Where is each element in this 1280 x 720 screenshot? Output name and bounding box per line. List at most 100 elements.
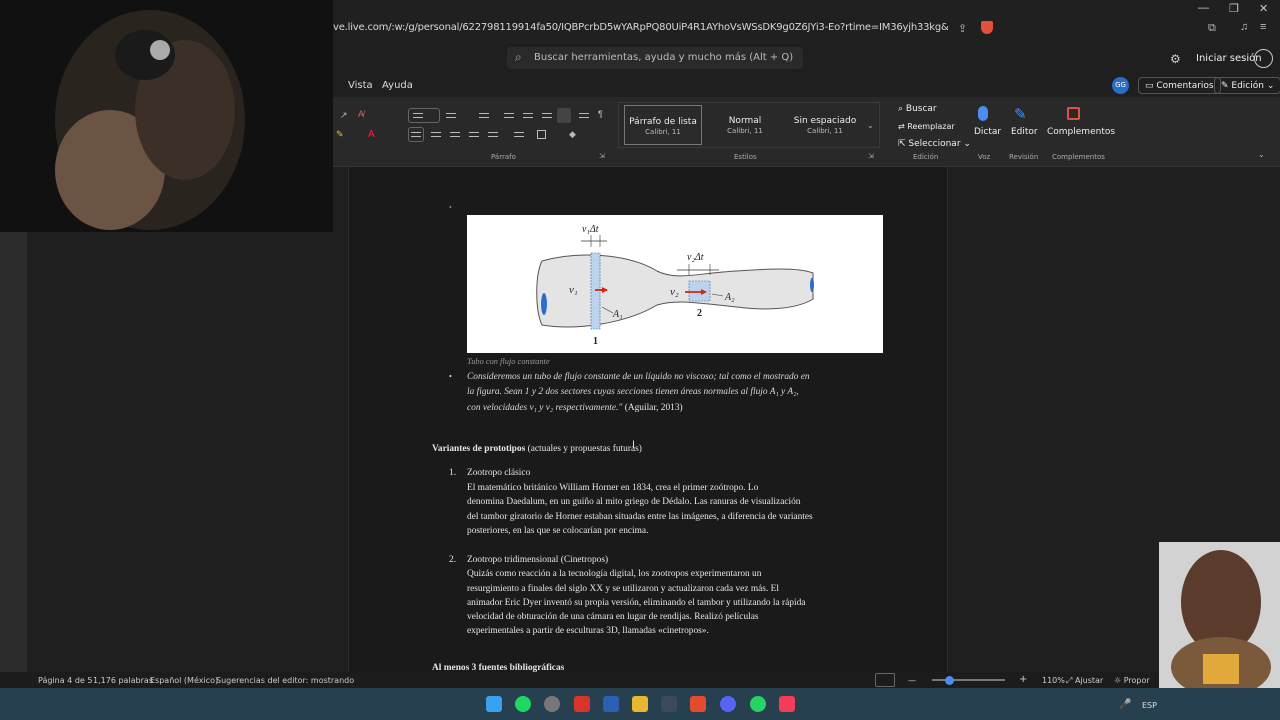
bullet-line-2: la figura. Sean 1 y 2 dos sectores cuyas… bbox=[467, 387, 799, 397]
capcut-icon[interactable] bbox=[661, 696, 677, 712]
edit-mode-button[interactable]: ✎ Edición ⌄ bbox=[1214, 77, 1280, 94]
paragraph-launcher-icon[interactable]: ⇲ bbox=[599, 152, 605, 160]
font-size-icon[interactable]: ↗ bbox=[340, 110, 348, 121]
bullet-line-3: con velocidades v₁ y v₂ respectivamente.… bbox=[467, 403, 683, 413]
tube-flow-diagram: v₁Δt v₂Δt v₁ v₂ A₁ A₂ 1 2 bbox=[536, 224, 814, 347]
replace-icon: ⇄ bbox=[898, 122, 908, 131]
windows-start-icon[interactable] bbox=[486, 696, 502, 712]
style-list-paragraph[interactable]: Párrafo de lista Calibri, 11 bbox=[624, 105, 702, 145]
whatsapp-icon[interactable] bbox=[750, 696, 766, 712]
item-line: Quizás como reacción a la tecnología dig… bbox=[467, 569, 762, 579]
bullets-icon bbox=[412, 111, 424, 121]
spotify-icon[interactable] bbox=[515, 696, 531, 712]
clear-format-icon[interactable]: A̸ bbox=[358, 109, 364, 119]
justify-icon[interactable] bbox=[468, 130, 480, 140]
screenshot-icon[interactable]: ⧉ bbox=[1208, 22, 1216, 35]
discord-icon[interactable] bbox=[720, 696, 736, 712]
close-icon[interactable]: ✕ bbox=[1259, 2, 1268, 15]
document-page[interactable]: • v₁Δt v₂Δt v₁ v₂ A₁ A₂ 1 2 Tubo con flu… bbox=[348, 167, 948, 672]
zoom-slider-thumb[interactable] bbox=[945, 676, 954, 685]
avatar[interactable]: GG bbox=[1112, 77, 1129, 94]
menu-vista[interactable]: Vista bbox=[348, 80, 373, 91]
item-line: posteriores, en las que se colocarían po… bbox=[467, 526, 649, 536]
highlight-icon[interactable]: ✎ bbox=[336, 129, 344, 140]
styles-more-icon[interactable]: ⌄ bbox=[867, 121, 874, 130]
zoom-level[interactable]: 110% bbox=[1042, 676, 1065, 685]
media-icon[interactable]: ♫ bbox=[1240, 21, 1248, 33]
left-margin bbox=[0, 232, 27, 672]
zoom-in-icon[interactable]: + bbox=[1019, 674, 1027, 685]
comments-button[interactable]: ▭ Comentarios bbox=[1138, 77, 1221, 94]
webcam-image-2 bbox=[1159, 542, 1280, 688]
signin-link[interactable]: Iniciar sesión bbox=[1196, 53, 1262, 64]
editor-suggestions-status[interactable]: Sugerencias del editor: mostrando bbox=[216, 676, 354, 685]
v1-label: v₁ bbox=[569, 284, 578, 296]
style-no-spacing[interactable]: Sin espaciado Calibri, 11 bbox=[786, 105, 864, 145]
pdf-icon[interactable] bbox=[574, 696, 590, 712]
increase-indent-icon[interactable] bbox=[522, 111, 534, 121]
align-right-icon[interactable] bbox=[449, 130, 461, 140]
edicion-group-label: Edición bbox=[913, 153, 939, 161]
font-color-icon[interactable]: A bbox=[368, 129, 375, 140]
view-mode-button[interactable] bbox=[875, 673, 895, 687]
ltr-icon[interactable] bbox=[541, 111, 553, 121]
maximize-icon[interactable]: ❐ bbox=[1229, 2, 1239, 15]
addins-button[interactable]: Complementos bbox=[1047, 127, 1115, 137]
list-bullet: • bbox=[449, 203, 452, 212]
replace-button[interactable]: ⇄ Reemplazar bbox=[898, 122, 955, 131]
comment-icon: ▭ bbox=[1145, 81, 1157, 91]
zoom-slider[interactable] bbox=[932, 679, 1005, 681]
fit-button[interactable]: ⤢ Ajustar bbox=[1066, 676, 1103, 686]
gear-icon[interactable]: ⚙ bbox=[1170, 52, 1181, 66]
word-count[interactable]: 1,176 palabras bbox=[93, 676, 153, 685]
rtl-button[interactable] bbox=[557, 108, 571, 123]
sort-icon[interactable] bbox=[578, 111, 590, 121]
microphone-tray-icon[interactable]: 🎤 bbox=[1119, 699, 1131, 710]
language-status[interactable]: Español (México) bbox=[150, 676, 218, 685]
editor-button[interactable]: Editor bbox=[1011, 127, 1038, 137]
columns-icon[interactable] bbox=[487, 130, 499, 140]
language-indicator[interactable]: ESP bbox=[1142, 701, 1157, 710]
page-count[interactable]: Página 4 de 5 bbox=[38, 676, 92, 685]
music-icon[interactable] bbox=[779, 696, 795, 712]
numbering-icon[interactable] bbox=[445, 111, 457, 121]
dictate-button[interactable]: Dictar bbox=[974, 127, 1001, 137]
word-icon[interactable] bbox=[603, 696, 619, 712]
shading-icon[interactable]: ◆ bbox=[569, 129, 576, 140]
decrease-indent-icon[interactable] bbox=[503, 111, 515, 121]
folder-icon[interactable] bbox=[632, 696, 648, 712]
addins-icon bbox=[1067, 107, 1080, 120]
style-normal[interactable]: Normal Calibri, 11 bbox=[706, 105, 784, 145]
item-title: Zootropo tridimensional (Cinetropos) bbox=[467, 555, 609, 565]
pilcrow-icon[interactable]: ¶ bbox=[598, 109, 603, 119]
obs-icon[interactable] bbox=[544, 696, 560, 712]
search-input[interactable]: ⌕ Buscar herramientas, ayuda y mucho más… bbox=[507, 47, 803, 69]
figure-caption: Tubo con flujo constante bbox=[467, 357, 550, 366]
multilevel-icon[interactable] bbox=[478, 111, 490, 121]
minimize-icon[interactable]: — bbox=[1198, 2, 1209, 14]
styles-group-label: Estilos bbox=[734, 153, 757, 161]
feedback-button[interactable]: ☼ Propor bbox=[1114, 676, 1150, 685]
tube-flow-figure[interactable]: v₁Δt v₂Δt v₁ v₂ A₁ A₂ 1 2 bbox=[467, 215, 883, 353]
menu-ayuda[interactable]: Ayuda bbox=[382, 80, 413, 91]
brave-shield-icon[interactable] bbox=[981, 21, 993, 34]
a2-label: A₂ bbox=[724, 292, 735, 303]
brave-icon[interactable] bbox=[690, 696, 706, 712]
ribbon-expand-icon[interactable]: ⌄ bbox=[1258, 150, 1265, 159]
align-center-icon[interactable] bbox=[430, 130, 442, 140]
menu-icon[interactable]: ≡ bbox=[1260, 21, 1266, 33]
address-bar[interactable]: ve.live.com/:w:/g/personal/622798119914f… bbox=[333, 22, 948, 33]
share-icon[interactable]: ⇪ bbox=[958, 22, 967, 35]
zoom-out-icon[interactable]: — bbox=[908, 676, 916, 685]
select-button[interactable]: ⇱ Seleccionar ⌄ bbox=[898, 139, 971, 149]
v2dt-label: v₂Δt bbox=[687, 252, 704, 263]
styles-launcher-icon[interactable]: ⇲ bbox=[868, 152, 874, 160]
paragraph-group-label: Párrafo bbox=[491, 153, 516, 161]
item-line: El matemático británico William Horner e… bbox=[467, 483, 759, 493]
search-icon: ⌕ bbox=[515, 50, 522, 64]
borders-icon[interactable] bbox=[537, 130, 546, 139]
find-button[interactable]: ⌕ Buscar bbox=[898, 104, 937, 114]
line-spacing-icon[interactable] bbox=[513, 130, 525, 140]
user-icon[interactable] bbox=[1254, 49, 1273, 68]
microphone-icon[interactable] bbox=[978, 106, 988, 121]
